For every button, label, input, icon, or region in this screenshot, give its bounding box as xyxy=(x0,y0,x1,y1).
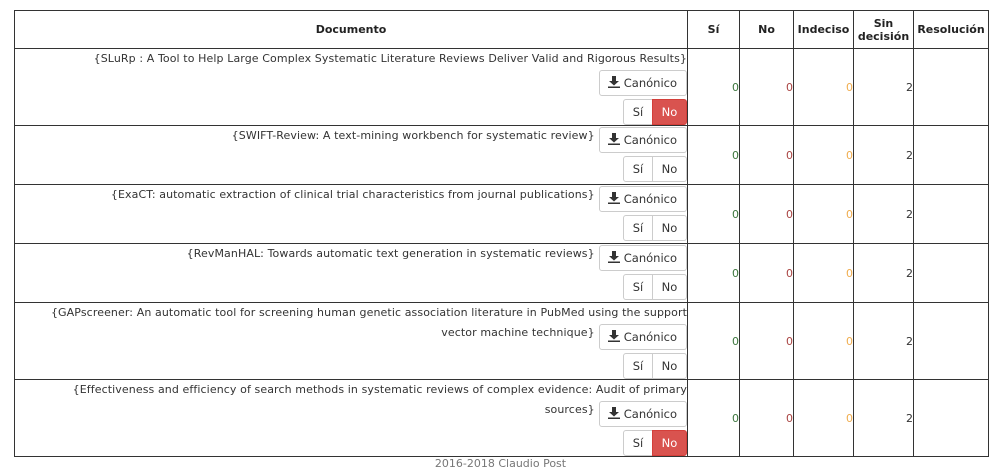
table-row: {SWIFT-Review: A text-mining workbench f… xyxy=(14,125,989,185)
document-title-line2: sources} xyxy=(544,403,595,416)
count-si: 0 xyxy=(687,125,740,185)
vote-si-button[interactable]: Sí xyxy=(623,430,653,456)
count-sin-decision: 2 xyxy=(853,184,914,244)
vote-toggle: Sí No xyxy=(623,215,687,241)
document-cell: {SWIFT-Review: A text-mining workbench f… xyxy=(14,125,688,185)
download-icon xyxy=(607,330,620,342)
footer-text: 2016-2018 Claudio Post xyxy=(434,457,567,470)
vote-si-button[interactable]: Sí xyxy=(623,274,653,300)
page-heading-clipped xyxy=(0,0,1001,2)
vote-toggle: Sí No xyxy=(623,353,687,379)
table-row: {Effectiveness and efficiency of search … xyxy=(14,379,989,457)
resolucion-cell xyxy=(913,125,989,185)
table-row: {SLuRp : A Tool to Help Large Complex Sy… xyxy=(14,48,989,126)
vote-toggle: Sí No xyxy=(623,274,687,300)
count-sin-decision: 2 xyxy=(853,379,914,457)
header-no: No xyxy=(739,10,794,49)
count-sin-decision: 2 xyxy=(853,243,914,303)
count-sin-decision: 2 xyxy=(853,125,914,185)
decisions-table: Documento Sí No Indeciso Sin decisión Re… xyxy=(14,10,989,457)
canonico-button[interactable]: Canónico xyxy=(598,245,687,271)
vote-si-button[interactable]: Sí xyxy=(623,215,653,241)
count-sin-decision: 2 xyxy=(853,48,914,126)
resolucion-cell xyxy=(913,184,989,244)
count-indeciso: 0 xyxy=(793,184,854,244)
resolucion-cell xyxy=(913,379,989,457)
canonico-label: Canónico xyxy=(623,192,677,206)
canonico-button[interactable]: Canónico xyxy=(598,70,687,96)
vote-no-button[interactable]: No xyxy=(652,274,687,300)
count-no: 0 xyxy=(739,48,794,126)
header-indeciso: Indeciso xyxy=(793,10,854,49)
document-cell: {Effectiveness and efficiency of search … xyxy=(14,379,688,457)
count-indeciso: 0 xyxy=(793,48,854,126)
header-resolucion: Resolución xyxy=(913,10,989,49)
table-row: {ExaCT: automatic extraction of clinical… xyxy=(14,184,989,244)
document-cell: {RevManHAL: Towards automatic text gener… xyxy=(14,243,688,303)
vote-si-button[interactable]: Sí xyxy=(623,353,653,379)
resolucion-cell xyxy=(913,302,989,380)
header-documento: Documento xyxy=(14,10,688,49)
canonico-label: Canónico xyxy=(623,133,677,147)
count-si: 0 xyxy=(687,48,740,126)
count-si: 0 xyxy=(687,379,740,457)
resolucion-cell xyxy=(913,243,989,303)
table-row: {RevManHAL: Towards automatic text gener… xyxy=(14,243,989,303)
document-cell: {SLuRp : A Tool to Help Large Complex Sy… xyxy=(14,48,688,126)
header-sin-decision: Sin decisión xyxy=(853,10,914,49)
canonico-button[interactable]: Canónico xyxy=(598,186,687,212)
canonico-label: Canónico xyxy=(623,251,677,265)
download-icon xyxy=(607,192,620,204)
count-indeciso: 0 xyxy=(793,125,854,185)
download-icon xyxy=(607,133,620,145)
vote-si-button[interactable]: Sí xyxy=(623,156,653,182)
canonico-button[interactable]: Canónico xyxy=(598,127,687,153)
count-indeciso: 0 xyxy=(793,379,854,457)
document-title-line1: {Effectiveness and efficiency of search … xyxy=(72,383,687,396)
count-no: 0 xyxy=(739,125,794,185)
count-sin-decision: 2 xyxy=(853,302,914,380)
vote-no-button[interactable]: No xyxy=(652,99,687,125)
count-no: 0 xyxy=(739,302,794,380)
document-title-line1: {GAPscreener: An automatic tool for scre… xyxy=(50,306,687,319)
count-indeciso: 0 xyxy=(793,243,854,303)
count-no: 0 xyxy=(739,379,794,457)
count-si: 0 xyxy=(687,243,740,303)
table-row: {GAPscreener: An automatic tool for scre… xyxy=(14,302,989,380)
count-indeciso: 0 xyxy=(793,302,854,380)
vote-no-button[interactable]: No xyxy=(652,215,687,241)
document-title: {ExaCT: automatic extraction of clinical… xyxy=(110,188,595,201)
document-cell: {ExaCT: automatic extraction of clinical… xyxy=(14,184,688,244)
document-title-line2: vector machine technique} xyxy=(441,326,595,339)
count-si: 0 xyxy=(687,302,740,380)
vote-toggle: Sí No xyxy=(623,430,687,456)
table-header-row: Documento Sí No Indeciso Sin decisión Re… xyxy=(14,10,989,49)
vote-no-button[interactable]: No xyxy=(652,430,687,456)
count-no: 0 xyxy=(739,243,794,303)
document-title: {SWIFT-Review: A text-mining workbench f… xyxy=(231,129,595,142)
vote-si-button[interactable]: Sí xyxy=(623,99,653,125)
count-no: 0 xyxy=(739,184,794,244)
canonico-button[interactable]: Canónico xyxy=(598,324,687,350)
resolucion-cell xyxy=(913,48,989,126)
download-icon xyxy=(607,251,620,263)
canonico-label: Canónico xyxy=(623,407,677,421)
document-title: {SLuRp : A Tool to Help Large Complex Sy… xyxy=(93,52,687,65)
canonico-label: Canónico xyxy=(623,76,677,90)
document-title: {RevManHAL: Towards automatic text gener… xyxy=(186,247,595,260)
download-icon xyxy=(607,76,620,88)
vote-toggle: Sí No xyxy=(623,99,687,125)
vote-no-button[interactable]: No xyxy=(652,353,687,379)
vote-no-button[interactable]: No xyxy=(652,156,687,182)
document-cell: {GAPscreener: An automatic tool for scre… xyxy=(14,302,688,380)
header-si: Sí xyxy=(687,10,740,49)
canonico-label: Canónico xyxy=(623,330,677,344)
vote-toggle: Sí No xyxy=(623,156,687,182)
download-icon xyxy=(607,407,620,419)
count-si: 0 xyxy=(687,184,740,244)
canonico-button[interactable]: Canónico xyxy=(598,401,687,427)
